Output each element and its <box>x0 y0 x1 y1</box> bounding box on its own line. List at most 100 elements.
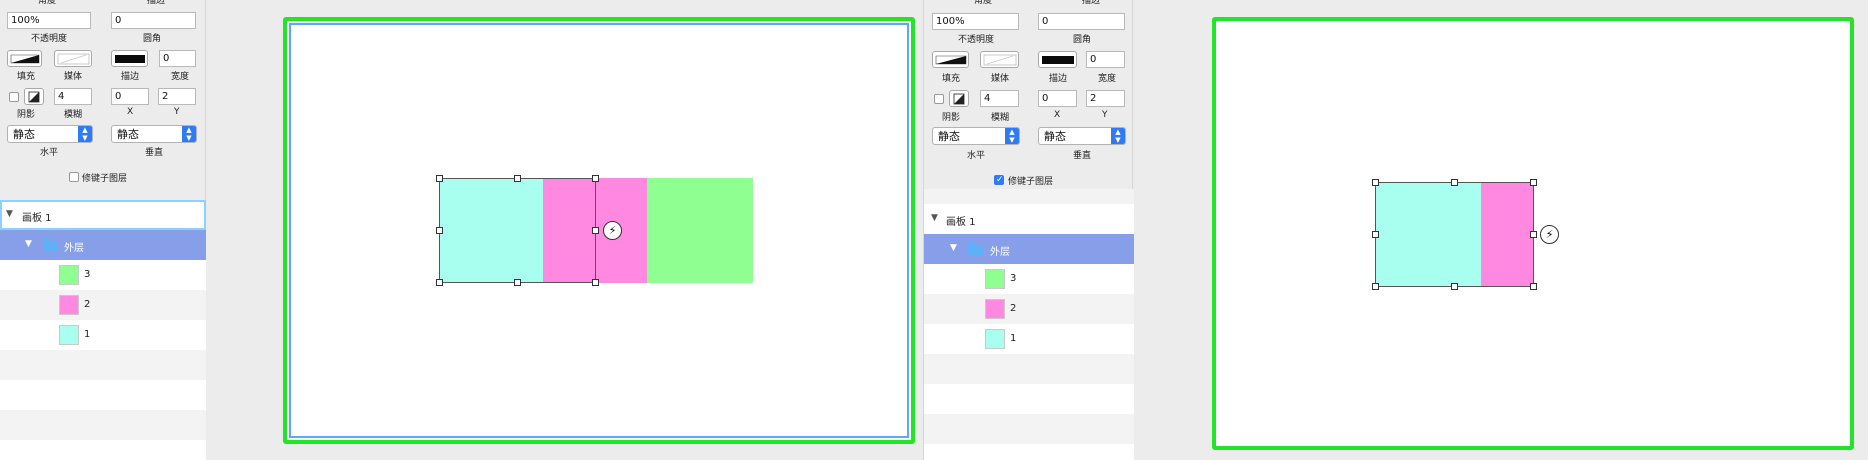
layer-thumbnail <box>985 269 1005 289</box>
canvas-right[interactable]: ⚡ <box>1134 0 1868 460</box>
vertical-select[interactable]: 静态 ▲ ▼ <box>111 125 197 143</box>
blur-field[interactable]: 4 <box>980 90 1019 107</box>
mod-key-checkbox[interactable] <box>994 175 1004 185</box>
stroke-label: 描边 <box>1049 74 1068 84</box>
select-arrows-icon: ▲ ▼ <box>1005 128 1019 144</box>
layer-row[interactable]: 3 <box>924 264 1134 294</box>
mod-key-checkbox[interactable] <box>69 172 79 182</box>
blur-field[interactable]: 4 <box>54 88 92 105</box>
resize-handle[interactable] <box>1530 283 1537 290</box>
horizontal-select[interactable]: 静态 ▲ ▼ <box>932 127 1020 145</box>
lightning-bolt-icon[interactable]: ⚡ <box>603 221 622 240</box>
shadow-checkbox[interactable] <box>9 92 19 102</box>
resize-handle[interactable] <box>1372 283 1379 290</box>
vertical-select[interactable]: 静态 ▲ ▼ <box>1038 127 1126 145</box>
layer-name: 1 <box>84 329 91 340</box>
resize-handle[interactable] <box>1451 283 1458 290</box>
resize-handle[interactable] <box>436 175 443 182</box>
stroke-width-field[interactable]: 0 <box>159 50 196 67</box>
mod-key-label: 修键子图层 <box>82 174 128 184</box>
shadow-swatch[interactable] <box>24 88 44 105</box>
selection-box <box>1375 182 1534 287</box>
disclosure-triangle-icon: ▼ <box>950 243 957 253</box>
opacity-field[interactable]: 100% <box>932 13 1019 30</box>
shadow-label: 阴影 <box>17 110 36 120</box>
resize-handle[interactable] <box>514 279 521 286</box>
horizontal-label: 水平 <box>40 148 59 158</box>
resize-handle[interactable] <box>1530 231 1537 238</box>
inspector-panel-right: 角度 描边 100% 0 不透明度 圆角 0 填充 媒体 描边 宽度 4 0 2… <box>923 0 1134 460</box>
shadow-checkbox[interactable] <box>934 94 944 104</box>
vertical-select-value: 静态 <box>1044 130 1066 143</box>
layer-row-artboard[interactable]: ▼ 画板 1 <box>0 200 206 230</box>
disclosure-triangle-icon: ▼ <box>6 209 13 219</box>
resize-handle[interactable] <box>1451 179 1458 186</box>
horizontal-select[interactable]: 静态 ▲ ▼ <box>7 125 93 143</box>
x-label: X <box>127 107 134 117</box>
stroke-label: 描边 <box>121 72 140 82</box>
y-field[interactable]: 2 <box>1086 90 1125 107</box>
layer-thumbnail <box>59 325 79 345</box>
shape-3-green[interactable] <box>647 178 753 283</box>
radius-field[interactable]: 0 <box>111 12 196 29</box>
layer-row[interactable]: 2 <box>924 294 1134 324</box>
shadow-swatch[interactable] <box>949 90 969 107</box>
opacity-field[interactable]: 100% <box>7 12 91 29</box>
layer-row[interactable]: 1 <box>924 324 1134 354</box>
blur-top-label: 描边 <box>1082 0 1101 6</box>
resize-handle[interactable] <box>436 227 443 234</box>
horizontal-select-value: 静态 <box>938 130 960 143</box>
layer-name: 3 <box>84 269 91 280</box>
selection-box <box>439 178 596 283</box>
layer-thumbnail <box>985 299 1005 319</box>
stroke-color-icon <box>115 55 145 63</box>
fill-label: 填充 <box>17 72 36 82</box>
layer-row[interactable]: 3 <box>0 260 206 290</box>
y-label: Y <box>1102 110 1108 120</box>
layer-row-group[interactable]: ▼ 外层 <box>0 230 206 260</box>
radius-field[interactable]: 0 <box>1038 13 1125 30</box>
x-field[interactable]: 0 <box>1038 90 1077 107</box>
folder-icon <box>43 238 58 252</box>
empty-row <box>0 410 206 440</box>
y-field[interactable]: 2 <box>158 88 196 105</box>
fill-swatch[interactable] <box>932 51 969 68</box>
artboard[interactable]: ⚡ <box>283 17 915 444</box>
layer-name: 2 <box>1010 303 1017 314</box>
stroke-swatch[interactable] <box>111 50 148 67</box>
resize-handle[interactable] <box>592 175 599 182</box>
x-field[interactable]: 0 <box>111 88 149 105</box>
radius-label: 圆角 <box>1073 35 1092 45</box>
stroke-swatch[interactable] <box>1038 51 1077 68</box>
resize-handle[interactable] <box>1372 179 1379 186</box>
lightning-bolt-icon[interactable]: ⚡ <box>1540 225 1559 244</box>
canvas-left[interactable]: ⚡ <box>207 0 923 460</box>
layer-row[interactable]: 2 <box>0 290 206 320</box>
resize-handle[interactable] <box>514 175 521 182</box>
layer-row[interactable]: 1 <box>0 320 206 350</box>
empty-row <box>924 384 1134 414</box>
disclosure-triangle-icon: ▼ <box>25 239 32 249</box>
artboard-name: 画板 1 <box>946 217 976 228</box>
resize-handle[interactable] <box>592 279 599 286</box>
resize-handle[interactable] <box>1530 179 1537 186</box>
folder-icon <box>968 242 983 256</box>
disclosure-triangle-icon: ▼ <box>931 213 938 223</box>
fill-swatch[interactable] <box>7 50 42 67</box>
artboard[interactable]: ⚡ <box>1212 17 1854 450</box>
stroke-width-field[interactable]: 0 <box>1086 51 1125 68</box>
angle-top-label: 角度 <box>974 0 993 6</box>
shadow-color-icon <box>953 93 965 105</box>
media-swatch[interactable] <box>54 50 92 67</box>
resize-handle[interactable] <box>436 279 443 286</box>
radius-label: 圆角 <box>143 34 162 44</box>
media-swatch[interactable] <box>980 51 1019 68</box>
layer-row-artboard[interactable]: ▼ 画板 1 <box>924 204 1134 234</box>
shadow-label: 阴影 <box>942 113 961 123</box>
layer-thumbnail <box>59 295 79 315</box>
resize-handle[interactable] <box>592 227 599 234</box>
select-arrows-icon: ▲ ▼ <box>1111 128 1125 144</box>
vertical-label: 垂直 <box>1073 151 1092 161</box>
resize-handle[interactable] <box>1372 231 1379 238</box>
layer-row-group[interactable]: ▼ 外层 <box>924 234 1134 264</box>
